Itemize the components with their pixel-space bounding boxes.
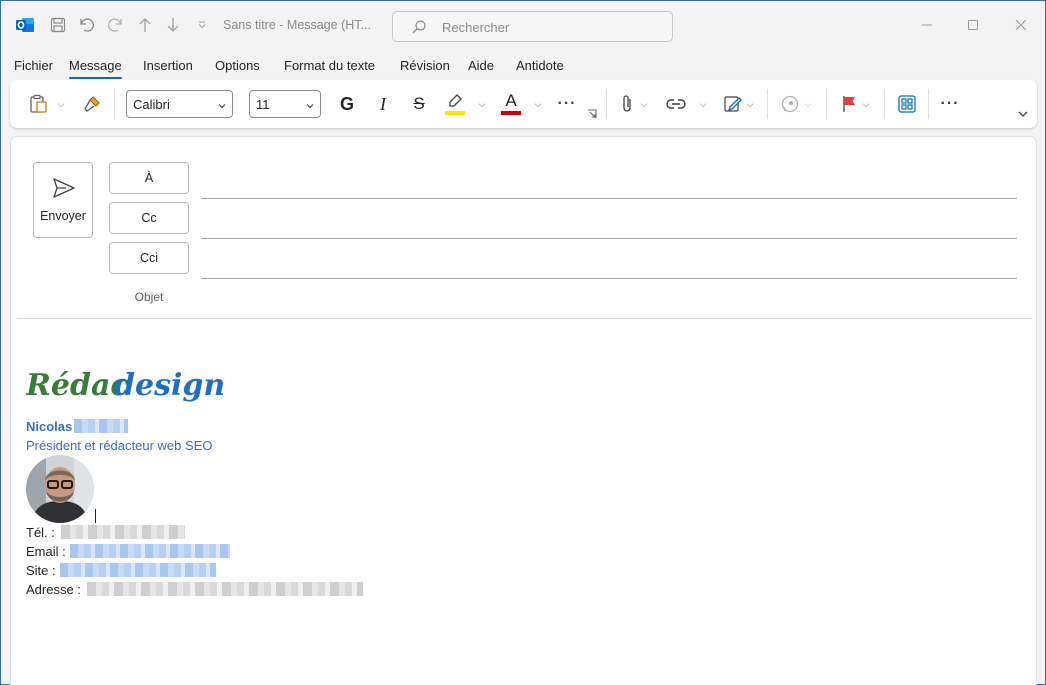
cc-button[interactable]: Cc: [109, 202, 189, 234]
undo-icon[interactable]: [77, 15, 97, 35]
redacted-last-name: [74, 419, 129, 433]
subject-label: Objet: [134, 290, 164, 304]
link-icon[interactable]: [664, 92, 688, 116]
signature-site: Site :: [26, 563, 217, 578]
tab-revision[interactable]: Révision: [400, 58, 450, 73]
more-font-options-button[interactable]: ···: [555, 92, 579, 116]
attach-file-icon[interactable]: [616, 92, 638, 116]
redacted-phone: [60, 525, 185, 539]
font-size-value: 11: [256, 97, 270, 112]
chevron-down-icon: [305, 99, 315, 114]
subject-divider: [17, 318, 1032, 319]
save-icon[interactable]: [48, 15, 68, 35]
search-box[interactable]: Rechercher: [392, 11, 673, 42]
highlight-color-swatch: [445, 110, 465, 115]
avatar: [26, 455, 94, 523]
send-icon: [53, 178, 75, 198]
dialog-launcher-icon[interactable]: [586, 108, 598, 120]
ribbon-separator: [928, 89, 929, 119]
tab-format-du-texte[interactable]: Format du texte: [284, 58, 375, 73]
ribbon-separator: [826, 89, 827, 119]
signature-icon[interactable]: [722, 92, 744, 116]
signature-address: Adresse :: [26, 582, 363, 597]
signature-name: Nicolas: [26, 419, 129, 434]
send-label: Envoyer: [40, 209, 86, 223]
strikethrough-button[interactable]: S: [408, 92, 430, 116]
ribbon-separator: [114, 89, 115, 119]
tab-antidote[interactable]: Antidote: [516, 58, 564, 73]
minimize-icon[interactable]: [917, 15, 937, 35]
apps-icon[interactable]: [895, 92, 919, 116]
compose-pane: Envoyer À Cc Cci Objet Rédac design Nico…: [10, 136, 1037, 685]
outlook-compose-window: Sans titre - Message (HT... Rechercher F…: [0, 0, 1046, 685]
chevron-down-icon: [217, 99, 227, 114]
site-label: Site :: [26, 563, 56, 578]
window-title: Sans titre - Message (HT...: [223, 18, 371, 32]
link-dropdown-icon[interactable]: ⌵: [696, 92, 710, 116]
arrow-up-icon[interactable]: [135, 15, 155, 35]
format-painter-icon[interactable]: [80, 92, 104, 116]
signature-tel: Tél. :: [26, 525, 185, 540]
customize-toolbar-icon[interactable]: [192, 15, 212, 35]
send-button[interactable]: Envoyer: [33, 162, 93, 238]
font-size-select[interactable]: 11: [249, 90, 321, 118]
flag-dropdown-icon[interactable]: ⌵: [860, 92, 872, 116]
ribbon-separator: [767, 89, 768, 119]
svg-text:design: design: [114, 368, 225, 403]
bold-button[interactable]: G: [336, 92, 358, 116]
tab-aide[interactable]: Aide: [468, 58, 494, 73]
attach-dropdown-icon[interactable]: ⌵: [638, 92, 650, 116]
signature-dropdown-icon[interactable]: ⌵: [744, 92, 756, 116]
arrow-down-icon[interactable]: [163, 15, 183, 35]
ribbon-toolbar: ⌵ Calibri 11 G I S ⌵ A ⌵ ··· ⌵ ⌵ ⌵ ⌵ ⌵ ·…: [10, 80, 1037, 128]
flag-icon[interactable]: [838, 92, 860, 116]
font-color-swatch: [501, 111, 521, 115]
ribbon-separator: [606, 89, 607, 119]
cc-field[interactable]: [201, 238, 1017, 239]
address-label: Adresse :: [26, 582, 81, 597]
menu-tabs: Fichier Message Insertion Options Format…: [1, 53, 1045, 79]
dictate-dropdown-icon[interactable]: ⌵: [802, 92, 814, 116]
tab-insertion[interactable]: Insertion: [143, 58, 193, 73]
redacted-site-link[interactable]: [60, 563, 217, 577]
close-icon[interactable]: [1011, 15, 1031, 35]
tab-message[interactable]: Message: [69, 58, 122, 79]
to-field[interactable]: [201, 198, 1017, 199]
title-bar: Sans titre - Message (HT... Rechercher: [1, 1, 1045, 51]
signature-first-name: Nicolas: [26, 419, 73, 434]
redacdesign-logo: Rédac design: [26, 368, 225, 403]
paste-dropdown-icon[interactable]: ⌵: [54, 92, 68, 116]
bcc-button[interactable]: Cci: [109, 242, 189, 274]
highlight-dropdown-icon[interactable]: ⌵: [475, 92, 489, 116]
paste-icon[interactable]: [26, 92, 50, 116]
signature-email: Email :: [26, 544, 231, 559]
highlighter-icon: [449, 93, 462, 107]
font-color-dropdown-icon[interactable]: ⌵: [531, 92, 545, 116]
highlight-button[interactable]: [443, 92, 467, 116]
to-button[interactable]: À: [109, 162, 189, 194]
font-color-button[interactable]: A: [499, 92, 523, 116]
font-name-value: Calibri: [133, 97, 170, 112]
font-color-label: A: [505, 91, 517, 110]
tab-options[interactable]: Options: [215, 58, 260, 73]
font-name-select[interactable]: Calibri: [126, 90, 233, 118]
text-cursor: [95, 509, 96, 523]
expand-ribbon-icon[interactable]: [1015, 102, 1031, 126]
outlook-logo-icon: [16, 18, 34, 32]
italic-button[interactable]: I: [372, 92, 394, 116]
redo-icon[interactable]: [105, 15, 125, 35]
bcc-field[interactable]: [201, 278, 1017, 279]
more-commands-button[interactable]: ···: [938, 92, 962, 116]
dictate-icon[interactable]: [778, 92, 802, 116]
tel-label: Tél. :: [26, 525, 55, 540]
ribbon-separator: [884, 89, 885, 119]
tab-fichier[interactable]: Fichier: [14, 58, 53, 73]
redacted-email-link[interactable]: [70, 544, 231, 558]
signature-role: Président et rédacteur web SEO: [26, 438, 213, 453]
email-label: Email :: [26, 544, 66, 559]
redacted-address: [86, 582, 363, 596]
search-icon: [412, 20, 426, 34]
search-placeholder: Rechercher: [442, 20, 510, 35]
maximize-icon[interactable]: [963, 15, 983, 35]
